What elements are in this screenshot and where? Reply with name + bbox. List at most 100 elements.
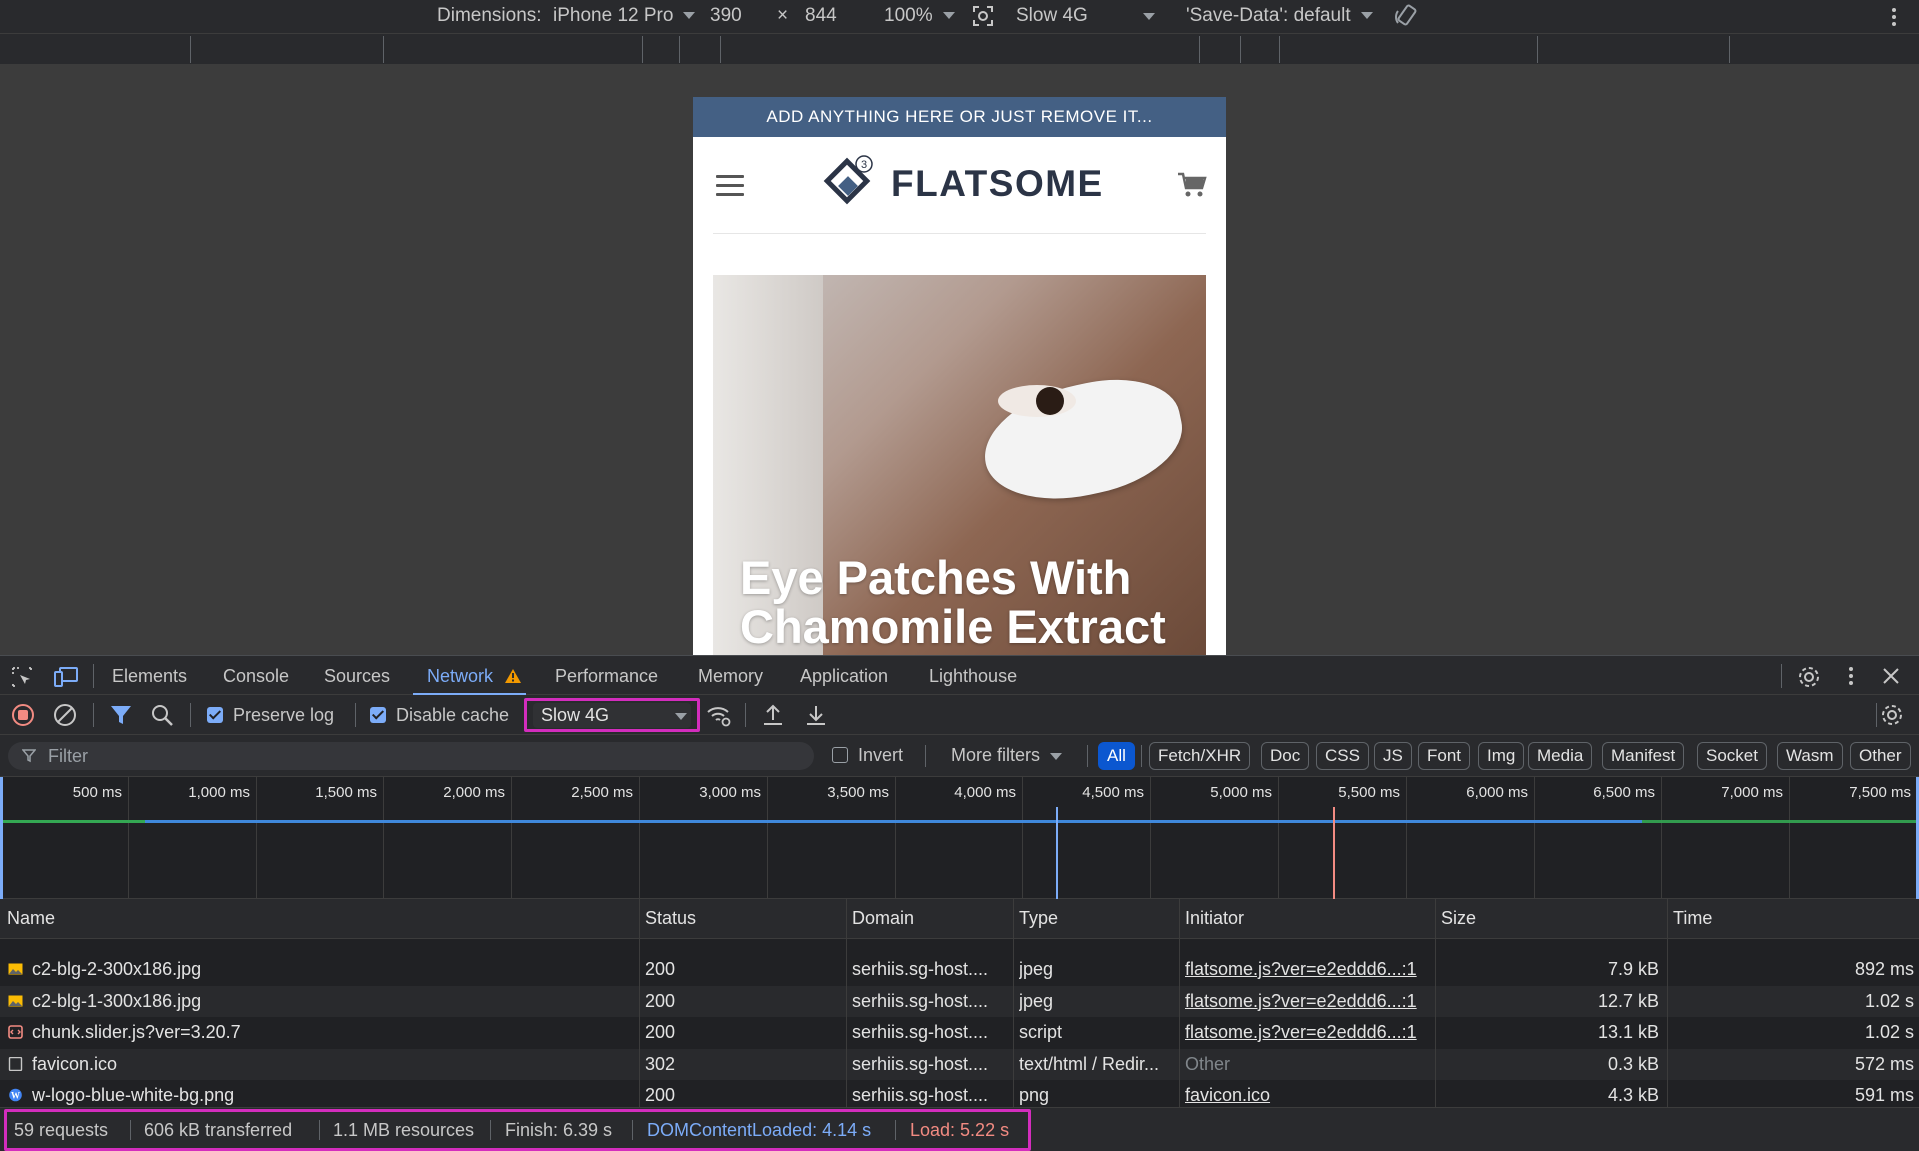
timeline-gridline bbox=[1406, 777, 1407, 899]
timeline-gridline bbox=[767, 777, 768, 899]
filter-icon[interactable] bbox=[108, 702, 134, 728]
network-throttle-select[interactable]: Slow 4G bbox=[533, 703, 691, 728]
column-time[interactable]: Time bbox=[1673, 908, 1712, 929]
request-status: 302 bbox=[645, 1053, 676, 1074]
summary-load: Load: 5.22 s bbox=[910, 1120, 1010, 1140]
filter-chip-img[interactable]: Img bbox=[1478, 742, 1525, 770]
timeline-left-handle[interactable] bbox=[0, 777, 3, 899]
filter-chip-wasm[interactable]: Wasm bbox=[1777, 742, 1843, 770]
tab-network[interactable]: Network bbox=[427, 666, 493, 687]
script-icon bbox=[8, 1022, 32, 1042]
import-har-icon[interactable] bbox=[760, 702, 786, 728]
close-icon[interactable] bbox=[1882, 667, 1900, 685]
filter-chip-fetch-xhr[interactable]: Fetch/XHR bbox=[1149, 742, 1251, 770]
request-initiator[interactable]: flatsome.js?ver=e2eddd6...:1 bbox=[1185, 991, 1433, 1012]
timeline-gridline bbox=[511, 777, 512, 899]
zoom-select[interactable]: 100% bbox=[884, 5, 955, 27]
timeline-gridline bbox=[1278, 777, 1279, 899]
filter-chip-js[interactable]: JS bbox=[1374, 742, 1412, 770]
tab-lighthouse[interactable]: Lighthouse bbox=[929, 666, 1017, 687]
save-data-select[interactable]: 'Save-Data': default bbox=[1186, 5, 1373, 27]
timeline-tick-label: 7,000 ms bbox=[1721, 784, 1783, 801]
site-logo[interactable]: FLATSOME bbox=[891, 163, 1104, 205]
request-domain: serhiis.sg-host.... bbox=[852, 959, 989, 979]
request-initiator[interactable]: flatsome.js?ver=e2eddd6...:1 bbox=[1185, 1022, 1433, 1043]
checkbox-checked-icon bbox=[207, 707, 223, 723]
document-icon bbox=[8, 1054, 32, 1074]
chevron-down-icon bbox=[1050, 752, 1063, 760]
hamburger-menu-icon[interactable] bbox=[716, 175, 744, 197]
inspect-element-icon[interactable] bbox=[11, 666, 33, 688]
table-row[interactable]: c2-blg-1-300x186.jpg 200 serhiis.sg-host..… bbox=[0, 985, 1919, 1017]
table-row[interactable]: c2-blg-2-300x186.jpg 200 serhiis.sg-host..… bbox=[0, 954, 1919, 985]
tab-console[interactable]: Console bbox=[223, 666, 289, 687]
timeline-tick-label: 2,500 ms bbox=[571, 784, 633, 801]
timeline-gridline bbox=[1534, 777, 1535, 899]
screenshot-icon[interactable] bbox=[972, 5, 994, 27]
request-name: c2-blg-2-300x186.jpg bbox=[8, 959, 633, 980]
wordpress-icon: W bbox=[8, 1085, 32, 1105]
network-settings-icon[interactable] bbox=[1880, 703, 1904, 727]
filter-chip-css[interactable]: CSS bbox=[1316, 742, 1369, 770]
filter-chip-font[interactable]: Font bbox=[1418, 742, 1471, 770]
tab-application[interactable]: Application bbox=[800, 666, 888, 687]
tab-performance[interactable]: Performance bbox=[555, 666, 658, 687]
hero-banner[interactable]: Eye Patches With Chamomile Extract bbox=[713, 275, 1206, 655]
column-initiator[interactable]: Initiator bbox=[1185, 908, 1244, 929]
device-toolbar: Dimensions: iPhone 12 Pro 390 × 844 100%… bbox=[0, 0, 1919, 34]
filter-chip-media[interactable]: Media bbox=[1528, 742, 1593, 770]
width-input[interactable]: 390 bbox=[710, 5, 742, 27]
request-initiator[interactable]: favicon.ico bbox=[1185, 1085, 1433, 1106]
tab-sources[interactable]: Sources bbox=[324, 666, 390, 687]
request-time: 572 ms bbox=[1854, 1053, 1914, 1074]
request-initiator[interactable]: flatsome.js?ver=e2eddd6...:1 bbox=[1185, 959, 1433, 980]
table-row[interactable]: Ww-logo-blue-white-bg.png 200 serhiis.sg-h… bbox=[0, 1080, 1919, 1107]
tab-memory[interactable]: Memory bbox=[698, 666, 763, 687]
request-name: favicon.ico bbox=[8, 1054, 633, 1075]
request-time: 892 ms bbox=[1854, 959, 1914, 979]
preserve-log-checkbox[interactable]: Preserve log bbox=[207, 705, 334, 726]
clear-icon[interactable] bbox=[52, 702, 78, 728]
filter-chip-manifest[interactable]: Manifest bbox=[1602, 742, 1685, 770]
height-input[interactable]: 844 bbox=[805, 5, 837, 27]
tab-elements[interactable]: Elements bbox=[112, 666, 187, 687]
request-time: 1.02 s bbox=[1864, 1022, 1914, 1042]
request-type: png bbox=[1019, 1085, 1050, 1105]
request-size: 0.3 kB bbox=[1607, 1053, 1659, 1074]
request-time: 591 ms bbox=[1854, 1085, 1914, 1105]
record-stop-icon[interactable] bbox=[10, 702, 36, 728]
column-size[interactable]: Size bbox=[1441, 908, 1476, 929]
filter-input[interactable]: Filter bbox=[8, 742, 814, 770]
column-name[interactable]: Name bbox=[7, 908, 55, 929]
more-vertical-icon[interactable] bbox=[1846, 665, 1856, 687]
filter-chip-doc[interactable]: Doc bbox=[1261, 742, 1310, 770]
network-conditions-icon[interactable] bbox=[706, 702, 732, 728]
export-har-icon[interactable] bbox=[803, 702, 829, 728]
filter-chip-all[interactable]: All bbox=[1098, 742, 1135, 770]
settings-gear-icon[interactable] bbox=[1797, 665, 1821, 689]
device-toggle-icon[interactable] bbox=[53, 666, 79, 688]
filter-chip-socket[interactable]: Socket bbox=[1697, 742, 1767, 770]
table-row[interactable]: favicon.ico 302 serhiis.sg-host.... text/ht… bbox=[0, 1048, 1919, 1080]
filter-chip-other[interactable]: Other bbox=[1850, 742, 1911, 770]
network-toolbar: Preserve log Disable cache Slow 4G bbox=[0, 695, 1919, 735]
device-select[interactable]: iPhone 12 Pro bbox=[553, 5, 696, 27]
warning-icon bbox=[505, 669, 521, 683]
rotate-icon[interactable] bbox=[1394, 3, 1420, 29]
table-row[interactable]: chunk.slider.js?ver=3.20.7 200 serhiis.sg-… bbox=[0, 1017, 1919, 1048]
more-filters-dropdown[interactable]: More filters bbox=[951, 745, 1063, 766]
column-status[interactable]: Status bbox=[645, 908, 696, 929]
timeline-gridline bbox=[383, 777, 384, 899]
invert-checkbox[interactable]: Invert bbox=[832, 745, 903, 766]
dom-content-loaded-marker bbox=[1056, 807, 1058, 899]
column-domain[interactable]: Domain bbox=[852, 908, 914, 929]
column-type[interactable]: Type bbox=[1019, 908, 1058, 929]
more-vertical-icon[interactable] bbox=[1889, 6, 1899, 28]
disable-cache-checkbox[interactable]: Disable cache bbox=[370, 705, 509, 726]
device-throttle-select[interactable]: Slow 4G bbox=[1016, 5, 1088, 27]
network-overview-timeline[interactable]: 500 ms 1,000 ms 1,500 ms 2,000 ms 2,500 ms 3,… bbox=[0, 777, 1919, 899]
chevron-down-icon bbox=[1143, 13, 1155, 20]
search-icon[interactable] bbox=[149, 702, 175, 728]
request-status: 200 bbox=[645, 1085, 676, 1105]
cart-icon[interactable] bbox=[1177, 171, 1207, 199]
